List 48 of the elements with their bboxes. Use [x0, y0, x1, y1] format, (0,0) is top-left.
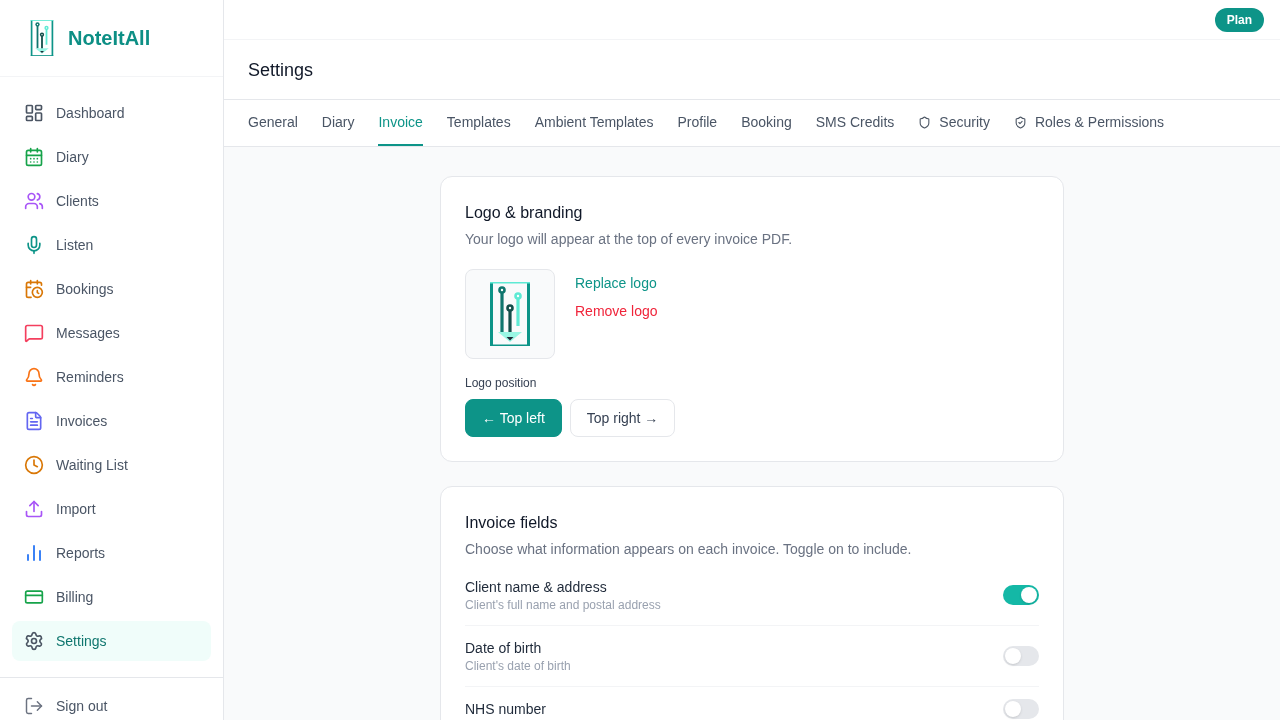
settings-tab[interactable]: Booking — [741, 100, 792, 146]
settings-tab[interactable]: Ambient Templates — [534, 100, 654, 146]
shield-icon — [918, 115, 932, 129]
field-label: Date of birth — [465, 639, 543, 658]
nav-item[interactable]: Settings — [12, 621, 211, 661]
toggle-switch[interactable] — [1003, 699, 1039, 719]
nav-item[interactable]: Messages — [12, 313, 211, 353]
nav-item[interactable]: Diary — [12, 137, 211, 177]
card-title: Logo & branding — [465, 203, 584, 223]
logo-icon — [490, 282, 530, 346]
nav-item[interactable]: Reports — [12, 533, 211, 573]
logo-position-option[interactable]: ← Top left — [465, 399, 562, 437]
logo-icon — [30, 20, 54, 56]
logo-position-label: Logo position — [465, 375, 538, 391]
shield-check-icon — [1013, 115, 1027, 129]
nav-item[interactable]: Import — [12, 489, 211, 529]
settings-tab[interactable]: Diary — [321, 100, 355, 146]
toggle-switch[interactable] — [1003, 585, 1039, 605]
card-title: Invoice fields — [465, 513, 559, 533]
settings-tab[interactable]: General — [248, 100, 298, 146]
field-label: Client name & address — [465, 578, 608, 597]
sign-out-button[interactable]: Sign out — [12, 686, 211, 720]
nav-item[interactable]: Waiting List — [12, 445, 211, 485]
field-hint: Client's date of birth — [465, 658, 571, 674]
field-hint: Client's full name and postal address — [465, 597, 661, 613]
nav-item[interactable]: Reminders — [12, 357, 211, 397]
nav-item[interactable]: Clients — [12, 181, 211, 221]
sign-out-icon — [24, 696, 44, 716]
brand-name: NoteItAll — [68, 26, 151, 51]
card-description: Choose what information appears on each invoice. Toggle on to include. — [465, 540, 913, 559]
settings-tab[interactable]: Templates — [446, 100, 511, 146]
field-label: NHS number — [465, 700, 546, 719]
settings-tab[interactable]: Security — [918, 100, 990, 146]
settings-tab[interactable]: SMS Credits — [815, 100, 895, 146]
plan-button[interactable]: Plan — [1214, 7, 1264, 32]
nav-item[interactable]: Bookings — [12, 269, 211, 309]
logo-position-option[interactable]: Top right → — [569, 399, 676, 437]
page-title: Settings — [248, 58, 314, 82]
remove-logo-link[interactable]: Remove logo — [575, 301, 658, 321]
settings-tab[interactable]: Profile — [677, 100, 718, 146]
nav-item[interactable]: Dashboard — [12, 93, 211, 133]
replace-logo-link[interactable]: Replace logo — [575, 273, 657, 293]
toggle-switch[interactable] — [1003, 646, 1039, 666]
nav-item[interactable]: Invoices — [12, 401, 211, 441]
card-description: Your logo will appear at the top of every invoice PDF. — [465, 230, 794, 249]
nav-item[interactable]: Listen — [12, 225, 211, 265]
settings-tab[interactable]: Roles & Permissions — [1013, 100, 1165, 146]
nav-item[interactable]: Billing — [12, 577, 211, 617]
